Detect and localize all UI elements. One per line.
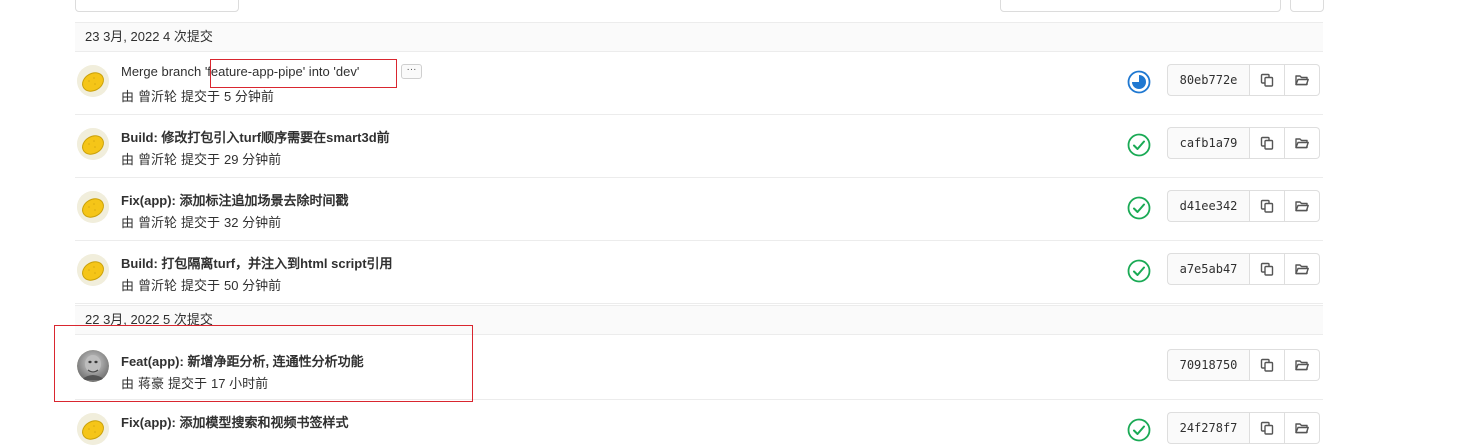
copy-icon xyxy=(1260,421,1274,435)
lemon-avatar[interactable] xyxy=(77,65,109,97)
search-commits-input[interactable] xyxy=(1000,0,1281,12)
photo-avatar[interactable] xyxy=(77,350,109,382)
pipeline-passed-icon[interactable] xyxy=(1127,133,1151,157)
browse-files-button[interactable] xyxy=(1285,412,1320,444)
commit-meta: 由曾沂轮 提交于 29 分钟前 xyxy=(121,149,285,168)
commit-meta: 由曾沂轮 提交于 32 分钟前 xyxy=(121,212,285,231)
commit-meta: 由曾沂轮 提交于 50 分钟前 xyxy=(121,275,285,294)
browse-files-button[interactable] xyxy=(1285,127,1320,159)
commit-time: 5 分钟前 xyxy=(224,89,274,104)
commit-row: Feat(app): 新增净距分析, 连通性分析功能 由蒋豪 提交于 17 小时前 … xyxy=(75,335,1323,400)
folder-open-icon xyxy=(1295,201,1309,212)
author-link[interactable]: 曾沂轮 xyxy=(138,215,177,230)
commit-row: Build: 修改打包引入turf顺序需要在smart3d前 由曾沂轮 提交于 29… xyxy=(75,115,1323,178)
lemon-avatar[interactable] xyxy=(77,413,109,445)
by-label: 由 xyxy=(121,215,135,230)
copy-sha-button[interactable] xyxy=(1249,349,1285,381)
copy-icon xyxy=(1260,73,1274,87)
folder-open-icon xyxy=(1295,264,1309,275)
expand-description-button[interactable]: ··· xyxy=(401,64,422,79)
browse-files-button[interactable] xyxy=(1285,190,1320,222)
rss-button[interactable] xyxy=(1290,0,1324,12)
commit-title-prefix[interactable]: Merge branch xyxy=(121,64,205,79)
commit-time: 29 分钟前 xyxy=(224,152,282,167)
commit-sha[interactable]: d41ee342 xyxy=(1167,190,1249,222)
sha-group: a7e5ab47 xyxy=(1167,253,1320,285)
folder-open-icon xyxy=(1295,138,1309,149)
copy-sha-button[interactable] xyxy=(1249,253,1285,285)
sha-group: cafb1a79 xyxy=(1167,127,1320,159)
branch-dropdown[interactable] xyxy=(75,0,239,12)
copy-icon xyxy=(1260,262,1274,276)
author-link[interactable]: 曾沂轮 xyxy=(138,152,177,167)
sha-group: 80eb772e xyxy=(1167,64,1320,96)
lemon-avatar[interactable] xyxy=(77,254,109,286)
browse-files-button[interactable] xyxy=(1285,253,1320,285)
committed-label: 提交于 xyxy=(181,89,221,104)
commit-title[interactable]: Build: 打包隔离turf，并注入到html script引用 xyxy=(121,253,393,272)
sha-group: d41ee342 xyxy=(1167,190,1320,222)
pipeline-passed-icon[interactable] xyxy=(1127,418,1151,442)
copy-icon xyxy=(1260,136,1274,150)
day-header: 22 3月, 2022 5 次提交 xyxy=(75,305,1323,335)
lemon-avatar[interactable] xyxy=(77,128,109,160)
commit-sha[interactable]: a7e5ab47 xyxy=(1167,253,1249,285)
commit-sha[interactable]: cafb1a79 xyxy=(1167,127,1249,159)
author-link[interactable]: 曾沂轮 xyxy=(138,278,177,293)
sha-group: 70918750 xyxy=(1167,349,1320,381)
sha-group: 24f278f7 xyxy=(1167,412,1320,444)
commit-title-branch[interactable]: 'feature-app-pipe' into 'dev' xyxy=(205,64,359,79)
commit-title[interactable]: Fix(app): 添加模型搜索和视频书签样式 xyxy=(121,412,349,431)
author-link[interactable]: 蒋豪 xyxy=(138,376,164,391)
copy-sha-button[interactable] xyxy=(1249,190,1285,222)
commit-row: Build: 打包隔离turf，并注入到html script引用 由曾沂轮 提交… xyxy=(75,241,1323,304)
copy-sha-button[interactable] xyxy=(1249,412,1285,444)
copy-sha-button[interactable] xyxy=(1249,64,1285,96)
by-label: 由 xyxy=(121,278,135,293)
author-link[interactable]: 曾沂轮 xyxy=(138,89,177,104)
commit-row: Fix(app): 添加标注追加场景去除时间戳 由曾沂轮 提交于 32 分钟前 d4… xyxy=(75,178,1323,241)
commit-title[interactable]: Merge branch 'feature-app-pipe' into 'de… xyxy=(121,64,359,79)
lemon-avatar[interactable] xyxy=(77,191,109,223)
copy-icon xyxy=(1260,358,1274,372)
committed-label: 提交于 xyxy=(181,152,221,167)
committed-label: 提交于 xyxy=(181,215,221,230)
commit-sha[interactable]: 24f278f7 xyxy=(1167,412,1249,444)
commit-time: 17 小时前 xyxy=(211,376,269,391)
copy-icon xyxy=(1260,199,1274,213)
commit-title[interactable]: Build: 修改打包引入turf顺序需要在smart3d前 xyxy=(121,127,390,146)
browse-files-button[interactable] xyxy=(1285,64,1320,96)
folder-open-icon xyxy=(1295,423,1309,434)
pipeline-running-icon[interactable] xyxy=(1127,70,1151,94)
folder-open-icon xyxy=(1295,75,1309,86)
commit-meta: 由曾沂轮 提交于 5 分钟前 xyxy=(121,86,278,105)
pipeline-passed-icon[interactable] xyxy=(1127,259,1151,283)
pipeline-passed-icon[interactable] xyxy=(1127,196,1151,220)
commit-title[interactable]: Fix(app): 添加标注追加场景去除时间戳 xyxy=(121,190,349,209)
browse-files-button[interactable] xyxy=(1285,349,1320,381)
by-label: 由 xyxy=(121,89,135,104)
commit-sha[interactable]: 70918750 xyxy=(1167,349,1249,381)
commit-time: 50 分钟前 xyxy=(224,278,282,293)
commit-title[interactable]: Feat(app): 新增净距分析, 连通性分析功能 xyxy=(121,351,364,370)
commit-sha[interactable]: 80eb772e xyxy=(1167,64,1249,96)
by-label: 由 xyxy=(121,376,135,391)
commit-row: Fix(app): 添加模型搜索和视频书签样式 24f278f7 xyxy=(75,400,1323,445)
commit-meta: 由蒋豪 提交于 17 小时前 xyxy=(121,373,272,392)
commit-time: 32 分钟前 xyxy=(224,215,282,230)
committed-label: 提交于 xyxy=(168,376,208,391)
by-label: 由 xyxy=(121,152,135,167)
folder-open-icon xyxy=(1295,360,1309,371)
committed-label: 提交于 xyxy=(181,278,221,293)
commit-row: Merge branch 'feature-app-pipe' into 'de… xyxy=(75,52,1323,115)
copy-sha-button[interactable] xyxy=(1249,127,1285,159)
day-header: 23 3月, 2022 4 次提交 xyxy=(75,22,1323,52)
